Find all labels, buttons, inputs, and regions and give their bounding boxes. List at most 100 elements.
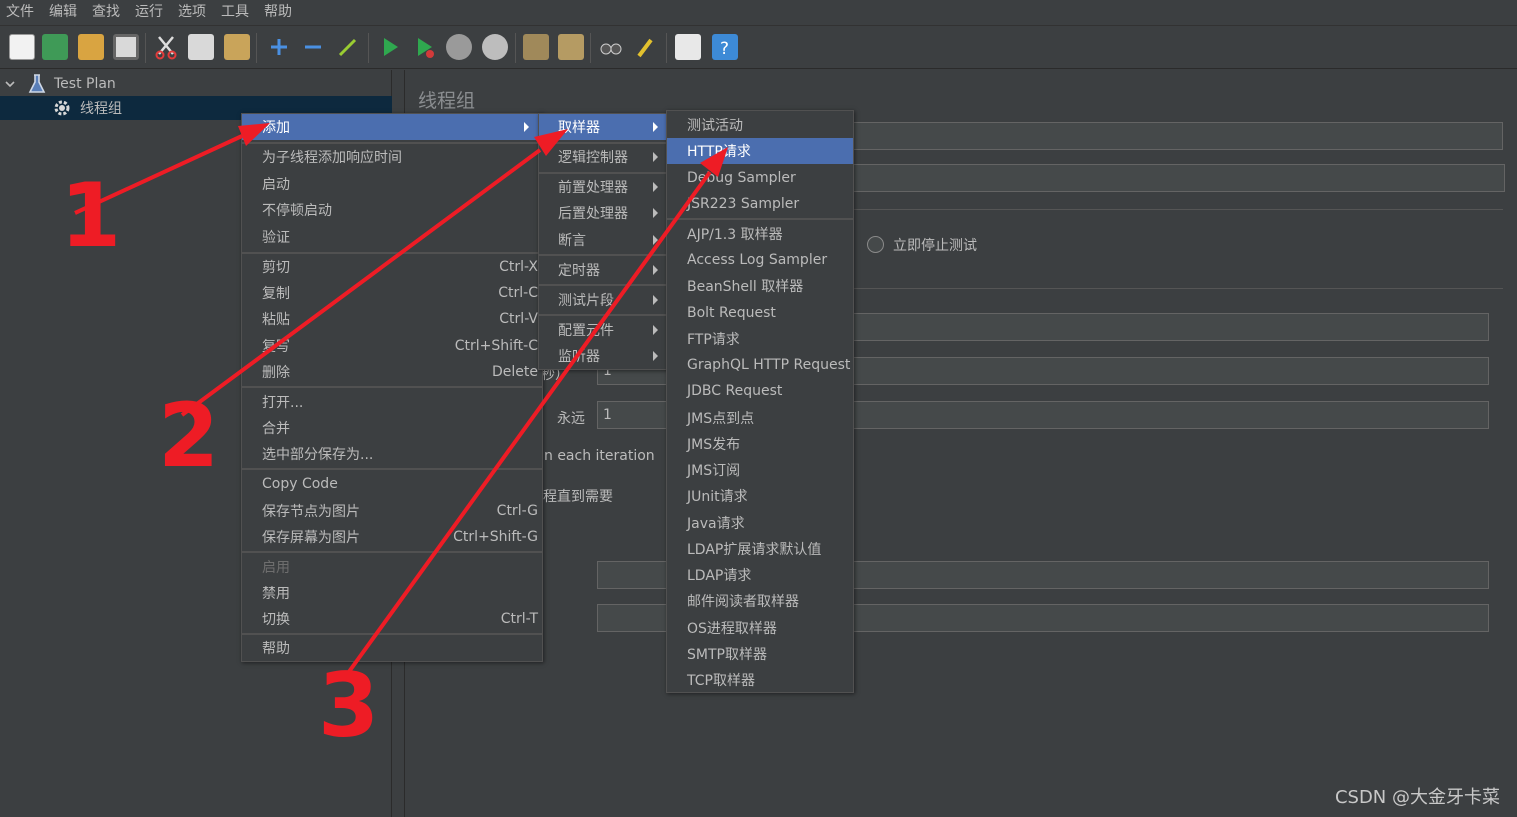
annotation-number-3: 3	[318, 654, 380, 757]
annotation-number-2: 2	[158, 384, 220, 487]
shutdown-icon[interactable]	[482, 34, 508, 60]
menu-item-save-selection[interactable]: 选中部分保存为...	[242, 441, 542, 467]
sampler-item-smtp[interactable]: SMTP取样器	[667, 641, 853, 667]
clear-all-icon[interactable]	[558, 34, 584, 60]
menu-item-enable: 启用	[262, 560, 290, 576]
divider	[853, 209, 1503, 210]
menu-item-copy[interactable]: 复制 Ctrl-C	[242, 280, 542, 306]
sampler-item-debug[interactable]: Debug Sampler	[667, 165, 853, 191]
menu-separator	[242, 468, 542, 470]
sampler-item-http-request[interactable]: HTTP请求	[667, 138, 853, 164]
menu-item-toggle[interactable]: 切换 Ctrl-T	[242, 606, 542, 632]
sampler-item-ftp[interactable]: FTP请求	[667, 326, 853, 352]
sampler-item-bolt[interactable]: Bolt Request	[667, 300, 853, 326]
sampler-item-junit[interactable]: JUnit请求	[667, 483, 853, 509]
submenu-item-timer[interactable]: 定时器	[539, 257, 667, 283]
toolbar-separator	[145, 33, 146, 63]
forever-label: 永远	[557, 411, 585, 427]
sampler-item-access-log[interactable]: Access Log Sampler	[667, 247, 853, 273]
menu-item-start-no-pause[interactable]: 不停顿启动	[242, 197, 542, 223]
sampler-item-jms-publisher[interactable]: JMS发布	[667, 431, 853, 457]
toggle-icon[interactable]	[335, 34, 361, 60]
clear-icon[interactable]	[523, 34, 549, 60]
sampler-item-mail-reader[interactable]: 邮件阅读者取样器	[667, 588, 853, 614]
menu-item-delete[interactable]: 删除 Delete	[242, 359, 542, 385]
start-icon[interactable]	[377, 34, 403, 60]
paste-icon[interactable]	[224, 34, 250, 60]
menu-item-open[interactable]: 打开...	[242, 389, 542, 415]
page-title: 线程组	[418, 90, 476, 112]
loop-count-value: 1	[603, 407, 612, 423]
function-helper-icon[interactable]	[675, 34, 701, 60]
sampler-item-jdbc[interactable]: JDBC Request	[667, 378, 853, 404]
menu-item-add-response-time[interactable]: 为子线程添加响应时间	[242, 144, 542, 170]
toolbar-separator	[590, 33, 591, 63]
sampler-item-java[interactable]: Java请求	[667, 510, 853, 536]
sampler-item-jms-subscriber[interactable]: JMS订阅	[667, 457, 853, 483]
comments-field[interactable]	[853, 164, 1505, 192]
chevron-right-icon	[653, 351, 658, 361]
templates-icon[interactable]	[42, 34, 68, 60]
submenu-item-post-processor[interactable]: 后置处理器	[539, 200, 667, 226]
toolbar-separator	[515, 33, 516, 63]
copy-icon[interactable]	[188, 34, 214, 60]
menu-item-help[interactable]: 帮助	[242, 635, 542, 661]
sampler-item-ajp[interactable]: AJP/1.3 取样器	[667, 221, 853, 247]
sampler-item-flow-control[interactable]: 测试活动	[667, 112, 853, 138]
menu-search[interactable]: 查找	[86, 0, 129, 26]
menu-help[interactable]: 帮助	[258, 0, 301, 26]
menu-item-save-node-image[interactable]: 保存节点为图片 Ctrl-G	[242, 498, 542, 524]
open-icon[interactable]	[78, 34, 104, 60]
sampler-item-ldap[interactable]: LDAP请求	[667, 562, 853, 588]
name-field[interactable]	[853, 122, 1503, 150]
submenu-item-sampler[interactable]: 取样器	[539, 114, 667, 140]
menu-item-start[interactable]: 启动	[242, 171, 542, 197]
chevron-down-icon[interactable]	[4, 78, 16, 90]
sampler-item-ldap-ext[interactable]: LDAP扩展请求默认值	[667, 536, 853, 562]
menu-item-disable[interactable]: 禁用	[242, 580, 542, 606]
menu-options[interactable]: 选项	[172, 0, 215, 26]
stop-test-now-radio[interactable]	[867, 236, 884, 253]
menu-run[interactable]: 运行	[129, 0, 172, 26]
search-icon[interactable]	[598, 34, 624, 60]
menu-item-copy-code[interactable]: Copy Code	[242, 471, 542, 497]
threads-field[interactable]	[853, 313, 1489, 341]
sampler-item-graphql[interactable]: GraphQL HTTP Request	[667, 352, 853, 378]
help-icon[interactable]: ?	[712, 34, 738, 60]
menu-item-validate[interactable]: 验证	[242, 224, 542, 250]
sampler-item-jms-p2p[interactable]: JMS点到点	[667, 405, 853, 431]
submenu-item-assertion[interactable]: 断言	[539, 227, 667, 253]
expand-icon[interactable]	[266, 34, 292, 60]
menu-item-merge[interactable]: 合并	[242, 415, 542, 441]
save-icon[interactable]	[113, 34, 139, 60]
new-icon[interactable]	[9, 34, 35, 60]
menu-edit[interactable]: 编辑	[43, 0, 86, 26]
sampler-item-os-process[interactable]: OS进程取样器	[667, 615, 853, 641]
submenu-item-pre-processor[interactable]: 前置处理器	[539, 174, 667, 200]
collapse-icon[interactable]	[300, 34, 326, 60]
submenu-item-config-element[interactable]: 配置元件	[539, 317, 667, 343]
sampler-item-beanshell[interactable]: BeanShell 取样器	[667, 273, 853, 299]
menu-item-add[interactable]: 添加	[242, 114, 542, 140]
menu-tools[interactable]: 工具	[215, 0, 258, 26]
reset-search-icon[interactable]	[633, 34, 659, 60]
tree-label-test-plan: Test Plan	[54, 76, 116, 92]
submenu-item-listener[interactable]: 监听器	[539, 343, 667, 369]
menu-item-cut[interactable]: 剪切 Ctrl-X	[242, 254, 542, 280]
svg-text:?: ?	[720, 39, 729, 59]
menu-item-paste[interactable]: 粘贴 Ctrl-V	[242, 306, 542, 332]
chevron-right-icon	[653, 235, 658, 245]
menu-item-save-screen-image[interactable]: 保存屏幕为图片 Ctrl+Shift-G	[242, 524, 542, 550]
menu-item-duplicate[interactable]: 复写 Ctrl+Shift-C	[242, 333, 542, 359]
sampler-item-jsr223[interactable]: JSR223 Sampler	[667, 191, 853, 217]
tree-node-test-plan[interactable]: Test Plan	[0, 72, 392, 96]
stop-icon[interactable]	[446, 34, 472, 60]
submenu-item-test-fragment[interactable]: 测试片段	[539, 287, 667, 313]
sampler-item-tcp[interactable]: TCP取样器	[667, 667, 853, 693]
submenu-item-logic-controller[interactable]: 逻辑控制器	[539, 144, 667, 170]
chevron-right-icon	[653, 325, 658, 335]
menu-file[interactable]: 文件	[0, 0, 43, 26]
start-no-pause-icon[interactable]	[411, 34, 437, 60]
cut-icon[interactable]	[153, 34, 179, 60]
chevron-right-icon	[653, 122, 658, 132]
